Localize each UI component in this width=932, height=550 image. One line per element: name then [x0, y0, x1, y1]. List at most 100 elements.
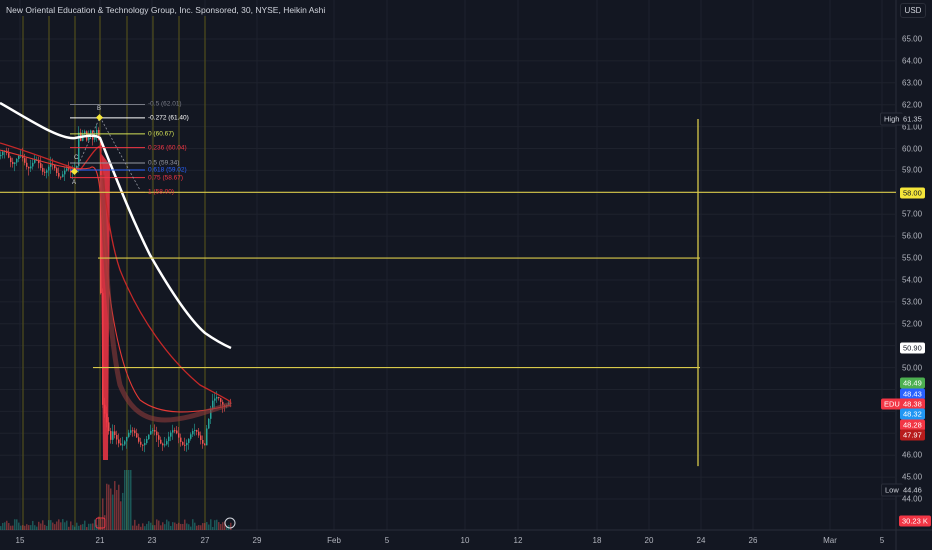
time-tick-label: 21 [95, 536, 105, 545]
chart-area[interactable]: New Oriental Education & Technology Grou… [0, 0, 932, 550]
candle-body [120, 443, 122, 446]
volume-bar [90, 523, 92, 530]
price-chart[interactable] [0, 0, 932, 550]
volume-bar [180, 523, 182, 530]
volume-bar [6, 520, 8, 530]
volume-bar [148, 521, 150, 530]
candle-body [156, 431, 158, 436]
volume-bar [196, 525, 198, 530]
candle-body [180, 437, 182, 442]
candle-body [16, 158, 18, 163]
candle-body [14, 162, 16, 164]
candle-body [110, 431, 112, 440]
volume-tag: 30.23 K [899, 515, 931, 527]
volume-bar [46, 525, 48, 530]
ma-value-tag: 50.90 [900, 342, 925, 354]
volume-bar [26, 524, 28, 530]
candle-body [200, 435, 202, 441]
volume-bar [8, 523, 10, 530]
candle-body [198, 431, 200, 436]
candle-body [8, 153, 10, 158]
volume-bar [24, 525, 26, 530]
volume-bar [138, 523, 140, 530]
candle-body [42, 167, 44, 172]
volume-bar [134, 519, 136, 530]
volume-bar [130, 470, 132, 530]
candle-body [186, 442, 188, 446]
volume-bar [108, 484, 110, 530]
candle-body [158, 435, 160, 440]
time-tick-label: 24 [696, 536, 706, 545]
currency-button[interactable]: USD [900, 3, 926, 18]
time-tick-label: 26 [748, 536, 758, 545]
volume-bar [162, 522, 164, 530]
price-tick-label: 64.00 [902, 56, 923, 66]
volume-bar [176, 523, 178, 530]
price-tick-label: 46.00 [902, 450, 923, 460]
volume-bar [44, 524, 46, 530]
volume-bar [68, 526, 70, 530]
candle-body [114, 431, 116, 435]
time-tick-label: 27 [200, 536, 210, 545]
candle-body [164, 444, 166, 446]
candle-body [50, 164, 52, 167]
candle-body [62, 174, 64, 177]
volume-bar [62, 519, 64, 530]
candle-body [206, 428, 208, 446]
volume-bar [144, 526, 146, 530]
high-value-tag: 61.35 [900, 113, 925, 125]
volume-bar [10, 525, 12, 530]
candle-body [32, 162, 34, 167]
volume-bar [54, 524, 56, 530]
price-tick-label: 63.00 [902, 78, 923, 88]
time-tick-label: 23 [147, 536, 157, 545]
volume-bar [58, 519, 60, 530]
candle-body [48, 166, 50, 171]
low-value-tag: 44.46 [900, 484, 925, 496]
candle-body [140, 441, 142, 445]
volume-bar [156, 519, 158, 530]
volume-bar [120, 501, 122, 530]
volume-bar [186, 523, 188, 530]
candle-body [132, 430, 134, 432]
price-tick-label: 60.00 [902, 144, 923, 154]
time-tick-label: 12 [513, 536, 523, 545]
volume-bar [154, 525, 156, 530]
candle-body [124, 441, 126, 445]
price-tick-label: 52.00 [902, 319, 923, 329]
fib-level-label: 0.75 (58.67) [148, 174, 184, 182]
candle-body [142, 444, 144, 446]
volume-bar [188, 524, 190, 530]
volume-bar [212, 526, 214, 530]
volume-bar [42, 520, 44, 530]
candle-body [144, 443, 146, 446]
volume-bar [78, 525, 80, 530]
fib-level-label: -0.272 (61.40) [148, 114, 189, 122]
volume-bar [114, 481, 116, 530]
price-tag-3: 48.32 [900, 408, 925, 420]
volume-bar [168, 521, 170, 530]
price-tick-label: 56.00 [902, 231, 923, 241]
candle-body [118, 439, 120, 444]
volume-bar [38, 521, 40, 530]
candle-body [136, 433, 138, 438]
price-tick-label: 59.00 [902, 165, 923, 175]
volume-bar [146, 523, 148, 530]
candle-body [154, 430, 156, 432]
time-tick-label: 18 [592, 536, 602, 545]
volume-bar [74, 526, 76, 530]
volume-bar [200, 525, 202, 530]
candle-body [40, 163, 42, 168]
candle-body [138, 437, 140, 442]
volume-bar [48, 520, 50, 530]
volume-bar [34, 525, 36, 530]
volume-bar [178, 522, 180, 530]
volume-bar [4, 522, 6, 530]
time-tick-label: 5 [384, 536, 390, 545]
candle-body [188, 438, 190, 443]
candle-body [112, 431, 114, 440]
volume-bar [56, 521, 58, 530]
volume-bar [122, 492, 124, 530]
volume-bar [208, 524, 210, 530]
volume-bar [14, 519, 16, 530]
